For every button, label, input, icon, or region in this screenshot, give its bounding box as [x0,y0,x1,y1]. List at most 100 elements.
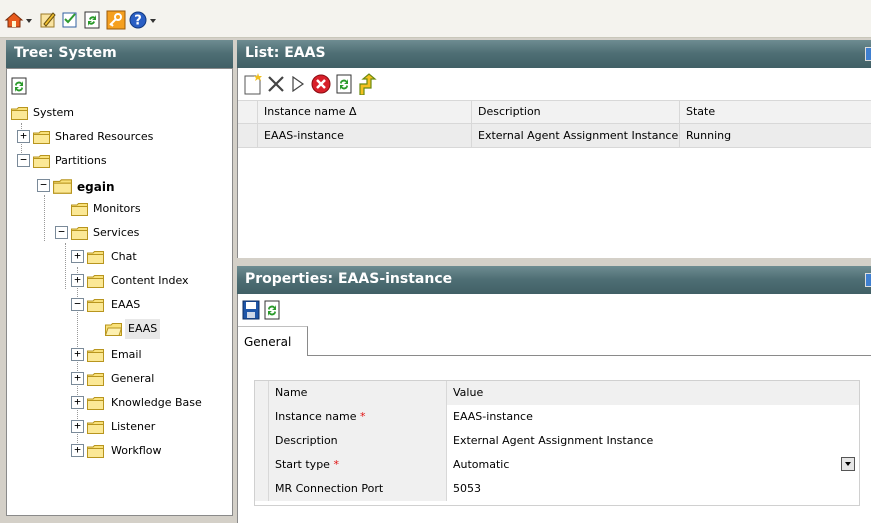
property-name: Start type * [269,453,447,477]
list-toolbar [238,68,871,100]
folder-icon [33,155,50,168]
edit-icon[interactable] [38,10,58,30]
expand-icon[interactable]: + [17,130,30,143]
new-icon[interactable] [243,73,263,95]
list-header: List: EAAS [237,40,871,70]
row-header-cell [255,453,269,477]
mr-connection-port-field[interactable]: 5053 [447,477,859,501]
tab-divider [308,355,871,356]
properties-title: Properties: EAAS-instance [245,271,453,287]
tab-general[interactable]: General [238,326,308,356]
column-label: State [686,105,716,118]
folder-icon [71,227,88,240]
tree-item-label: Chat [111,250,137,263]
properties-panel: General Name Value Instance name * EAAS-… [237,294,871,523]
description-field[interactable]: External Agent Assignment Instance [447,429,859,453]
column-name: Name [269,381,447,405]
tree-item-label: Content Index [111,274,189,287]
start-type-value: Automatic [453,458,510,471]
column-description[interactable]: Description [472,101,680,123]
tree-header: Tree: System [6,40,233,70]
chevron-down-icon[interactable] [841,457,855,471]
refresh-icon[interactable] [264,300,280,320]
tree-item-label: Email [111,348,142,361]
cell-description: External Agent Assignment Instance [472,124,680,148]
help-icon[interactable]: ? [128,10,148,30]
property-label: Instance name [275,410,357,423]
row-header-cell [255,477,269,501]
table-row[interactable]: EAAS-instance External Agent Assignment … [238,124,871,148]
property-row-mr-connection-port: MR Connection Port 5053 [255,477,859,501]
row-header-cell [238,101,258,123]
tree-item-label: Shared Resources [55,130,154,143]
start-type-select[interactable]: Automatic [447,453,859,477]
tree-item-label: EAAS [111,298,141,311]
column-value: Value [447,381,859,405]
expand-icon[interactable]: + [71,444,84,457]
tree-item-label: General [111,372,155,385]
expand-icon[interactable]: + [71,348,84,361]
row-header-cell [255,381,269,405]
tree-refresh-icon[interactable] [11,77,27,95]
required-marker: * [359,410,366,423]
collapse-icon[interactable]: − [71,298,84,311]
expand-icon[interactable]: + [71,250,84,263]
key-icon[interactable] [106,10,126,30]
help-dropdown-icon[interactable] [150,19,156,23]
refresh-icon[interactable] [82,10,102,30]
expand-icon[interactable]: + [71,274,84,287]
tree-item-label: Monitors [93,202,141,215]
column-instance-name[interactable]: Instance name Δ [258,101,472,123]
expand-icon[interactable]: + [71,420,84,433]
start-icon[interactable] [291,76,305,92]
property-label: MR Connection Port [275,482,384,495]
stop-icon[interactable] [311,74,331,94]
folder-icon [87,349,104,362]
collapse-icon[interactable]: − [17,154,30,167]
delete-icon[interactable] [268,76,284,92]
property-name: Instance name * [269,405,447,429]
property-label: Start type [275,458,330,471]
row-header-cell [238,124,258,148]
folder-icon [53,179,72,194]
home-dropdown-icon[interactable] [26,19,32,23]
maximize-icon[interactable] [865,273,871,287]
column-label: Description [478,105,541,118]
main-toolbar: ? [0,0,871,38]
properties-header: Properties: EAAS-instance [237,266,871,296]
home-icon[interactable] [4,10,24,30]
tree-title: Tree: System [14,45,117,61]
collapse-icon[interactable]: − [55,226,68,239]
instance-name-field[interactable]: EAAS-instance [447,405,859,429]
property-name: Description [269,429,447,453]
open-folder-icon [105,323,122,336]
expand-icon[interactable]: + [71,396,84,409]
folder-icon [87,421,104,434]
tree-panel: System + Shared Resources − Partitions −… [6,68,233,516]
maximize-icon[interactable] [865,47,871,61]
checklist-icon[interactable] [60,10,80,30]
column-state[interactable]: State [680,101,871,123]
list-title: List: EAAS [245,45,326,61]
tab-label: General [244,335,292,349]
property-label: Description [275,434,338,447]
list-panel: Instance name Δ Description State EAAS-i… [237,68,871,258]
collapse-icon[interactable]: − [37,179,50,192]
expand-icon[interactable]: + [71,372,84,385]
refresh-icon[interactable] [336,74,352,94]
save-icon[interactable] [242,300,260,320]
tree-item-label: System [33,106,75,119]
row-header-cell [255,405,269,429]
folder-icon [87,275,104,288]
folder-icon [71,203,88,216]
property-name: MR Connection Port [269,477,447,501]
folder-icon [33,131,50,144]
folder-icon [87,251,104,264]
folder-icon [87,299,104,312]
folder-icon [87,397,104,410]
property-row-instance-name: Instance name * EAAS-instance [255,405,859,429]
cell-state: Running [686,129,732,142]
tree-item-label: EAAS [125,319,161,339]
export-icon[interactable] [357,73,377,95]
tree-item-label: Partitions [55,154,107,167]
